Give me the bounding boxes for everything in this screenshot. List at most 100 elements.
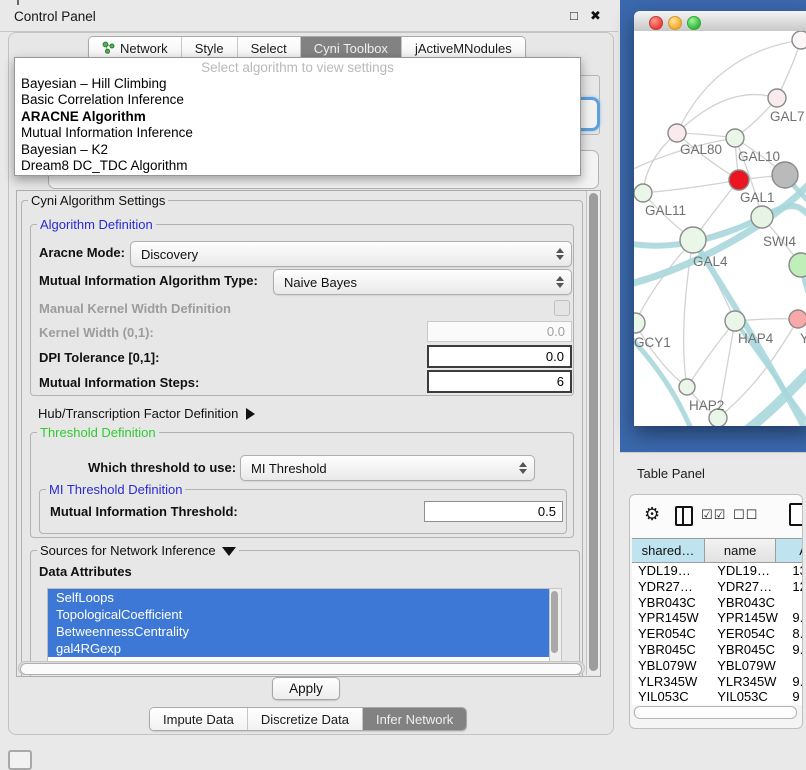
table-body: YDL19…YDL19…13YDR27…YDR27…12YBR043CYBR04… [632, 563, 803, 705]
data-attribute-item[interactable]: SelfLoops [48, 589, 550, 606]
kernel-width-field[interactable] [427, 321, 572, 342]
gear-icon[interactable]: ⚙ [644, 504, 660, 525]
column-header-2[interactable]: name [705, 539, 776, 562]
algorithm-option[interactable]: Basic Correlation Inference [15, 92, 580, 108]
window-zoom-icon[interactable] [687, 16, 701, 30]
algorithm-option[interactable]: ARACNE Algorithm [15, 109, 580, 125]
network-node-swi4[interactable] [751, 206, 773, 228]
mi-threshold-definition-group: MI Threshold Definition Mutual Informati… [39, 489, 567, 534]
mi-threshold-definition-title: MI Threshold Definition [46, 482, 185, 497]
which-threshold-value: MI Threshold [241, 461, 512, 476]
table-hscrollbar-thumb[interactable] [634, 706, 797, 719]
mi-threshold-field[interactable] [424, 501, 563, 522]
apply-button[interactable]: Apply [272, 677, 340, 700]
network-node-gal7[interactable] [768, 89, 786, 107]
attributes-scrollbar-thumb[interactable] [551, 591, 558, 653]
window-minimize-icon[interactable] [668, 16, 682, 30]
network-node[interactable] [789, 253, 806, 277]
network-node-gal11[interactable] [634, 184, 652, 202]
network-node-hap4[interactable] [725, 311, 745, 331]
table-row[interactable]: YBR043CYBR043C [632, 595, 803, 611]
hub-definition-label: Hub/Transcription Factor Definition [38, 406, 238, 421]
node-label: GAL10 [738, 149, 780, 164]
network-node-gal10[interactable] [726, 129, 744, 147]
table-row[interactable]: YLR345WYLR345W9. [632, 674, 803, 690]
network-node[interactable] [792, 31, 806, 49]
float-icon[interactable]: □ [570, 8, 578, 23]
network-node[interactable] [772, 162, 798, 188]
data-attribute-item[interactable]: BetweennessCentrality [48, 623, 550, 640]
threshold-definition-title: Threshold Definition [37, 425, 159, 440]
data-attribute-item[interactable]: TopologicalCoefficient [48, 606, 550, 623]
tab-label: Infer Network [376, 712, 453, 727]
node-label: HAP2 [689, 398, 724, 413]
column-header-1[interactable]: shared… [632, 539, 705, 562]
network-node-gal4[interactable] [680, 227, 706, 253]
tab-label: Network [120, 41, 168, 56]
network-canvas[interactable]: GAL7GAL80GAL10GAL1GAL11SWI4GAL4GCY1YHAP4… [634, 31, 806, 426]
hub-definition-toggle[interactable]: Hub/Transcription Factor Definition [38, 406, 255, 421]
column-header-3[interactable]: A [776, 539, 803, 562]
attributes-scrollbar[interactable] [549, 588, 562, 664]
network-node-y[interactable] [789, 310, 806, 328]
tab-label: Cyni Toolbox [314, 41, 388, 56]
algorithm-option[interactable]: Dream8 DC_TDC Algorithm [15, 158, 580, 174]
mi-threshold-label: Mutual Information Threshold: [50, 504, 238, 519]
network-node-gal80[interactable] [668, 124, 686, 142]
table-row[interactable]: YPR145WYPR145W9. [632, 610, 803, 626]
column-view-icon[interactable] [675, 506, 693, 526]
expanded-arrow-icon [222, 547, 236, 556]
table-cell: YBR043C [632, 595, 711, 611]
network-node-gcy1[interactable] [634, 313, 645, 333]
mi-steps-label: Mutual Information Steps: [39, 375, 199, 390]
network-window-titlebar[interactable] [634, 11, 806, 32]
settings-vscrollbar-thumb[interactable] [589, 193, 598, 671]
settings-vscrollbar[interactable] [586, 191, 600, 675]
table-row[interactable]: YER054CYER054C8. [632, 626, 803, 642]
table-cell: YLR345W [632, 674, 711, 690]
mi-algorithm-type-select[interactable]: Naive Bayes [273, 269, 572, 295]
window-close-icon[interactable] [649, 16, 663, 30]
export-table-icon[interactable] [789, 503, 803, 526]
node-label: SWI4 [763, 234, 796, 249]
deselect-all-checkboxes-icon[interactable]: ☐☐ [733, 507, 758, 523]
select-all-checkboxes-icon[interactable]: ☑☑ [701, 507, 726, 523]
settings-hscrollbar[interactable] [18, 661, 585, 675]
table-hscrollbar[interactable] [633, 706, 797, 718]
table-cell: YBR043C [711, 595, 788, 611]
network-node-hap2[interactable] [679, 379, 695, 395]
aracne-mode-value: Discovery [131, 247, 549, 262]
dpi-tolerance-field[interactable] [427, 345, 572, 368]
mi-steps-field[interactable] [427, 370, 572, 393]
settings-hscrollbar-thumb[interactable] [20, 663, 582, 675]
which-threshold-select[interactable]: MI Threshold [240, 455, 535, 481]
table-cell: YER054C [632, 626, 711, 642]
table-cell: YBL079W [632, 658, 711, 674]
table-cell: 9. [788, 610, 803, 626]
algorithm-option[interactable]: Bayesian – K2 [15, 142, 580, 158]
table-row[interactable]: YBL079WYBL079W [632, 658, 803, 674]
aracne-mode-select[interactable]: Discovery [130, 241, 572, 267]
minimized-panel-icon[interactable] [8, 750, 32, 770]
table-row[interactable]: YDL19…YDL19…13 [632, 563, 803, 579]
table-header-row: shared…nameA [632, 538, 803, 563]
table-cell [788, 595, 803, 611]
network-node-gal1[interactable] [729, 170, 749, 190]
table-row[interactable]: YDR27…YDR27…12 [632, 579, 803, 595]
algorithm-definition-group: Algorithm Definition Aracne Mode: Discov… [30, 224, 574, 396]
data-attribute-item[interactable]: gal4RGexp [48, 640, 550, 657]
data-attributes-list: SelfLoopsTopologicalCoefficientBetweenne… [47, 588, 551, 664]
table-row[interactable]: YIL053CYIL053C9 [632, 689, 803, 705]
algorithm-option[interactable]: Mutual Information Inference [15, 125, 580, 141]
table-cell: 9 [788, 689, 803, 705]
mi-algorithm-type-label: Mutual Information Algorithm Type: [39, 273, 258, 288]
table-row[interactable]: YBR045CYBR045C9. [632, 642, 803, 658]
node-label: GAL7 [770, 109, 805, 124]
tab-infer-network[interactable]: Infer Network [363, 708, 466, 730]
manual-kernel-width-checkbox[interactable] [554, 300, 570, 316]
algorithm-option[interactable]: Bayesian – Hill Climbing [15, 76, 580, 92]
tab-discretize-data[interactable]: Discretize Data [248, 708, 363, 730]
sources-group-title: Sources for Network Inference [37, 543, 239, 558]
tab-impute-data[interactable]: Impute Data [150, 708, 248, 730]
close-icon[interactable]: ✖ [590, 8, 601, 24]
